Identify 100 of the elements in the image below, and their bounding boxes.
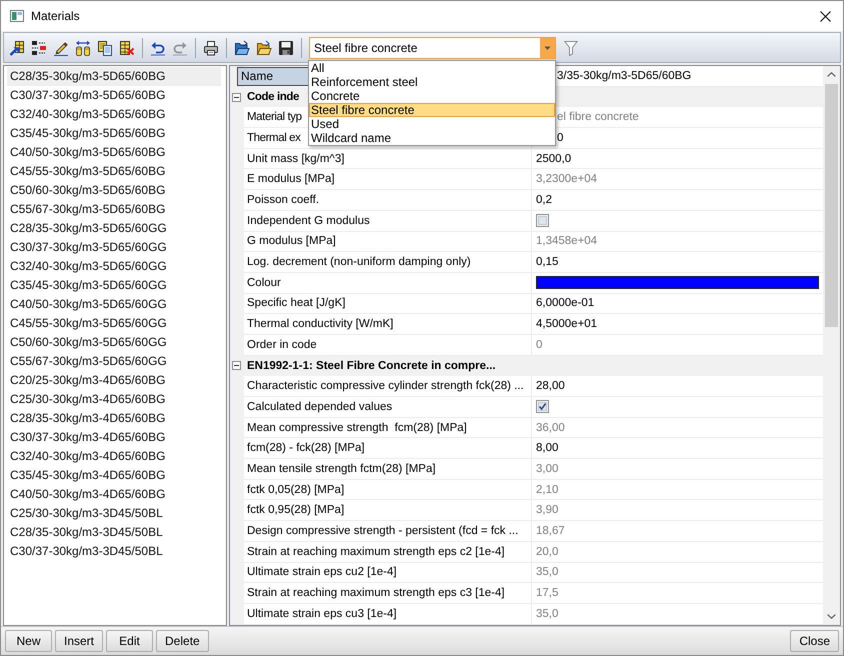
- scroll-down-icon[interactable]: [827, 614, 836, 619]
- material-list-item[interactable]: C30/37-30kg/m3-5D65/60BG: [7, 86, 221, 105]
- property-label: fctk 0,05(28) [MPa]: [247, 484, 344, 496]
- filter-icon[interactable]: [564, 40, 578, 56]
- material-list-item[interactable]: C50/60-30kg/m3-5D65/60BG: [7, 181, 221, 200]
- printer-icon[interactable]: [203, 40, 219, 56]
- property-value: 18,67: [536, 524, 565, 537]
- property-label: G modulus [MPa]: [247, 235, 336, 248]
- property-label: Poisson coeff.: [247, 194, 320, 206]
- property-value: 35,0: [536, 608, 558, 620]
- property-value: 3,2300e+04: [536, 173, 598, 186]
- colour-swatch[interactable]: [536, 276, 819, 290]
- material-list-item[interactable]: C30/37-30kg/m3-3D45/50BL: [7, 542, 221, 561]
- window-icon: [10, 10, 24, 22]
- property-label: Design compressive strength - persistent (fcd = fck ...: [247, 524, 518, 537]
- close-button[interactable]: Close: [790, 630, 839, 652]
- property-value: 0,15: [536, 256, 558, 268]
- property-label: Calculated depended values: [247, 400, 392, 413]
- list-rows-icon[interactable]: [31, 40, 47, 56]
- property-value: 4,5000e+01: [536, 318, 598, 330]
- delete-button[interactable]: Delete: [156, 630, 209, 652]
- material-list-item[interactable]: C45/55-30kg/m3-5D65/60BG: [7, 162, 221, 181]
- material-list-item[interactable]: C28/35-30kg/m3-4D65/60BG: [7, 409, 221, 428]
- dropdown-option[interactable]: Wildcard name: [309, 130, 555, 144]
- material-list-item[interactable]: C32/40-30kg/m3-4D65/60BG: [7, 447, 221, 466]
- category-combobox[interactable]: Steel fibre concrete: [309, 36, 556, 58]
- property-label: Independent G modulus: [247, 214, 370, 227]
- name-value: 3/35-30kg/m3-5D65/60BG: [557, 70, 692, 82]
- property-label: Log. decrement (non-uniform damping only): [247, 256, 471, 268]
- material-list-item[interactable]: C40/50-30kg/m3-5D65/60BG: [7, 143, 221, 162]
- material-list-item[interactable]: C35/45-30kg/m3-5D65/60BG: [7, 124, 221, 143]
- collapse-icon[interactable]: [232, 92, 241, 102]
- dropdown-option[interactable]: Used: [309, 116, 555, 130]
- property-value: 20,0: [536, 546, 558, 558]
- property-label: Material typ: [247, 111, 302, 124]
- pencil-icon[interactable]: [53, 40, 69, 56]
- material-list-item[interactable]: C28/35-30kg/m3-5D65/60GG: [7, 219, 221, 238]
- material-list-item[interactable]: C40/50-30kg/m3-5D65/60GG: [7, 295, 221, 314]
- material-list-item[interactable]: C40/50-30kg/m3-4D65/60BG: [7, 485, 221, 504]
- property-label: Ultimate strain eps cu3 [1e-4]: [247, 608, 397, 620]
- property-value: 0: [557, 132, 564, 144]
- property-label: E modulus [MPa]: [247, 173, 335, 186]
- undo-icon[interactable]: [150, 40, 166, 56]
- dropdown-option[interactable]: Steel fibre concrete: [309, 102, 555, 116]
- property-label: Order in code: [247, 338, 317, 351]
- cylinders-arrows-icon[interactable]: [75, 40, 91, 56]
- material-list-item[interactable]: C50/60-30kg/m3-5D65/60GG: [7, 333, 221, 352]
- window-title: Materials: [31, 9, 80, 23]
- material-list-item[interactable]: C28/35-30kg/m3-5D65/60BG: [7, 67, 221, 86]
- property-label: fcm(28) - fck(28) [MPa]: [247, 442, 365, 454]
- edit-button[interactable]: Edit: [106, 630, 154, 652]
- property-label: fctk 0,95(28) [MPa]: [247, 504, 344, 516]
- property-value: 0: [536, 338, 542, 351]
- material-list-item[interactable]: C35/45-30kg/m3-4D65/60BG: [7, 466, 221, 485]
- property-value: 6,0000e-01: [536, 297, 594, 310]
- material-list-item[interactable]: C32/40-30kg/m3-5D65/60BG: [7, 105, 221, 124]
- material-list-item[interactable]: C55/67-30kg/m3-5D65/60BG: [7, 200, 221, 219]
- material-list-item[interactable]: C30/37-30kg/m3-5D65/60GG: [7, 238, 221, 257]
- scrollbar-thumb[interactable]: [825, 84, 838, 327]
- save-icon[interactable]: [278, 40, 294, 56]
- property-value: 3,90: [536, 504, 558, 516]
- material-list-item[interactable]: C32/40-30kg/m3-5D65/60GG: [7, 257, 221, 276]
- scrollbar[interactable]: [823, 66, 840, 625]
- checkbox[interactable]: [536, 400, 549, 414]
- material-list-item[interactable]: C25/30-30kg/m3-3D45/50BL: [7, 504, 221, 523]
- table-delete-icon[interactable]: [119, 40, 135, 56]
- property-label: Mean compressive strength fcm(28) [MPa]: [247, 422, 467, 434]
- material-list-item[interactable]: C30/37-30kg/m3-4D65/60BG: [7, 428, 221, 447]
- close-icon[interactable]: [820, 10, 831, 22]
- collapse-icon[interactable]: [232, 361, 241, 370]
- property-value: 36,00: [536, 422, 565, 434]
- property-value: 35,0: [536, 566, 558, 578]
- property-label: Unit mass [kg/m^3]: [247, 152, 344, 165]
- property-value: 0,2: [536, 194, 552, 206]
- property-label: Thermal conductivity [W/mK]: [247, 318, 394, 330]
- scroll-up-icon[interactable]: [827, 72, 836, 77]
- open-folder-icon[interactable]: [234, 40, 250, 56]
- material-list-item[interactable]: C35/45-30kg/m3-5D65/60GG: [7, 276, 221, 295]
- material-list-item[interactable]: C25/30-30kg/m3-4D65/60BG: [7, 390, 221, 409]
- copy-documents-icon[interactable]: [97, 40, 113, 56]
- property-value: 3,00: [536, 462, 558, 475]
- material-list-item[interactable]: C55/67-30kg/m3-5D65/60GG: [7, 352, 221, 371]
- property-value: 17,5: [536, 587, 558, 600]
- insert-button[interactable]: Insert: [55, 630, 104, 652]
- property-value: 8,00: [536, 442, 558, 454]
- checkbox[interactable]: [536, 214, 549, 228]
- new-button[interactable]: New: [5, 630, 52, 652]
- property-label: Strain at reaching maximum strength eps c2 [1e-4]: [247, 546, 505, 558]
- dropdown-option[interactable]: Concrete: [309, 88, 555, 102]
- material-list-item[interactable]: C45/55-30kg/m3-5D65/60GG: [7, 314, 221, 333]
- section-title: Code inde: [247, 91, 299, 104]
- arrow-table-icon[interactable]: [9, 40, 25, 56]
- property-label: Strain at reaching maximum strength eps c3 [1e-4]: [247, 587, 505, 600]
- material-list-item[interactable]: C20/25-30kg/m3-4D65/60BG: [7, 371, 221, 390]
- material-list-item[interactable]: C28/35-30kg/m3-3D45/50BL: [7, 523, 221, 542]
- property-value: 2500,0: [536, 152, 572, 165]
- property-value: 2,10: [536, 484, 558, 496]
- property-label: Characteristic compressive cylinder strength fck(28) ...: [247, 380, 524, 392]
- open-folder-icon[interactable]: [256, 40, 272, 56]
- property-label: Colour: [247, 276, 281, 289]
